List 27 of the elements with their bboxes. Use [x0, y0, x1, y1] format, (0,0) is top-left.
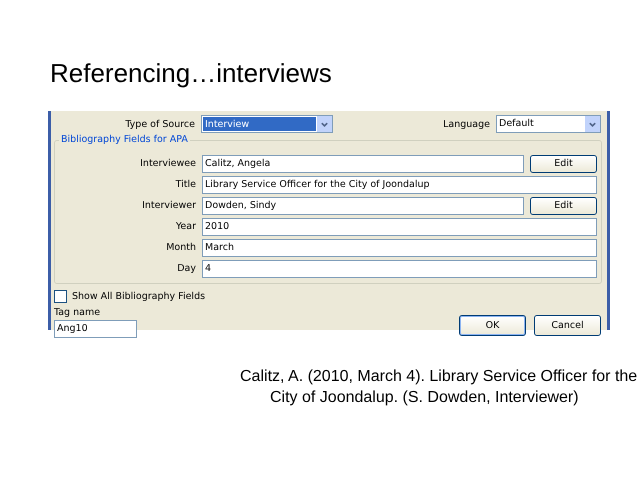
edit-button[interactable]: Edit — [530, 196, 597, 214]
cancel-button[interactable]: Cancel — [534, 315, 601, 336]
text-field[interactable]: Library Service Officer for the City of Joondalup — [202, 176, 597, 194]
text-field[interactable]: March — [202, 238, 597, 256]
text-field[interactable]: Calitz, Angela — [202, 154, 524, 172]
citation-text: Calitz, A. (2010, March 4). Library Service Officer for the City of Joondalup. (S. Dowden, Interviewer) — [240, 367, 638, 408]
ok-button[interactable]: OK — [459, 315, 526, 336]
text-field[interactable]: 2010 — [202, 218, 597, 236]
field-label: Interviewer — [141, 200, 197, 211]
text-field[interactable]: Ang10 — [54, 320, 137, 338]
field-label: Month — [165, 242, 197, 253]
field-label: Title — [174, 179, 197, 190]
slide-title: Referencing…interviews — [50, 57, 333, 89]
edit-button[interactable]: Edit — [530, 154, 597, 172]
text-field[interactable]: 4 — [202, 260, 597, 278]
group-legend: Bibliography Fields for APA — [59, 134, 190, 145]
field-label: Tag name — [54, 307, 102, 318]
field-label: Type of Source — [124, 118, 196, 130]
checkbox-label: Show All Bibliography Fields — [72, 291, 206, 302]
dropdown[interactable]: Default — [496, 115, 601, 133]
field-label: Language — [443, 118, 490, 130]
checkbox[interactable] — [54, 290, 67, 303]
dropdown[interactable]: Interview — [201, 115, 333, 133]
field-label: Day — [176, 263, 197, 274]
field-label: Interviewee — [139, 158, 197, 169]
field-label: Year — [174, 221, 197, 232]
text-field[interactable]: Dowden, Sindy — [202, 196, 524, 214]
